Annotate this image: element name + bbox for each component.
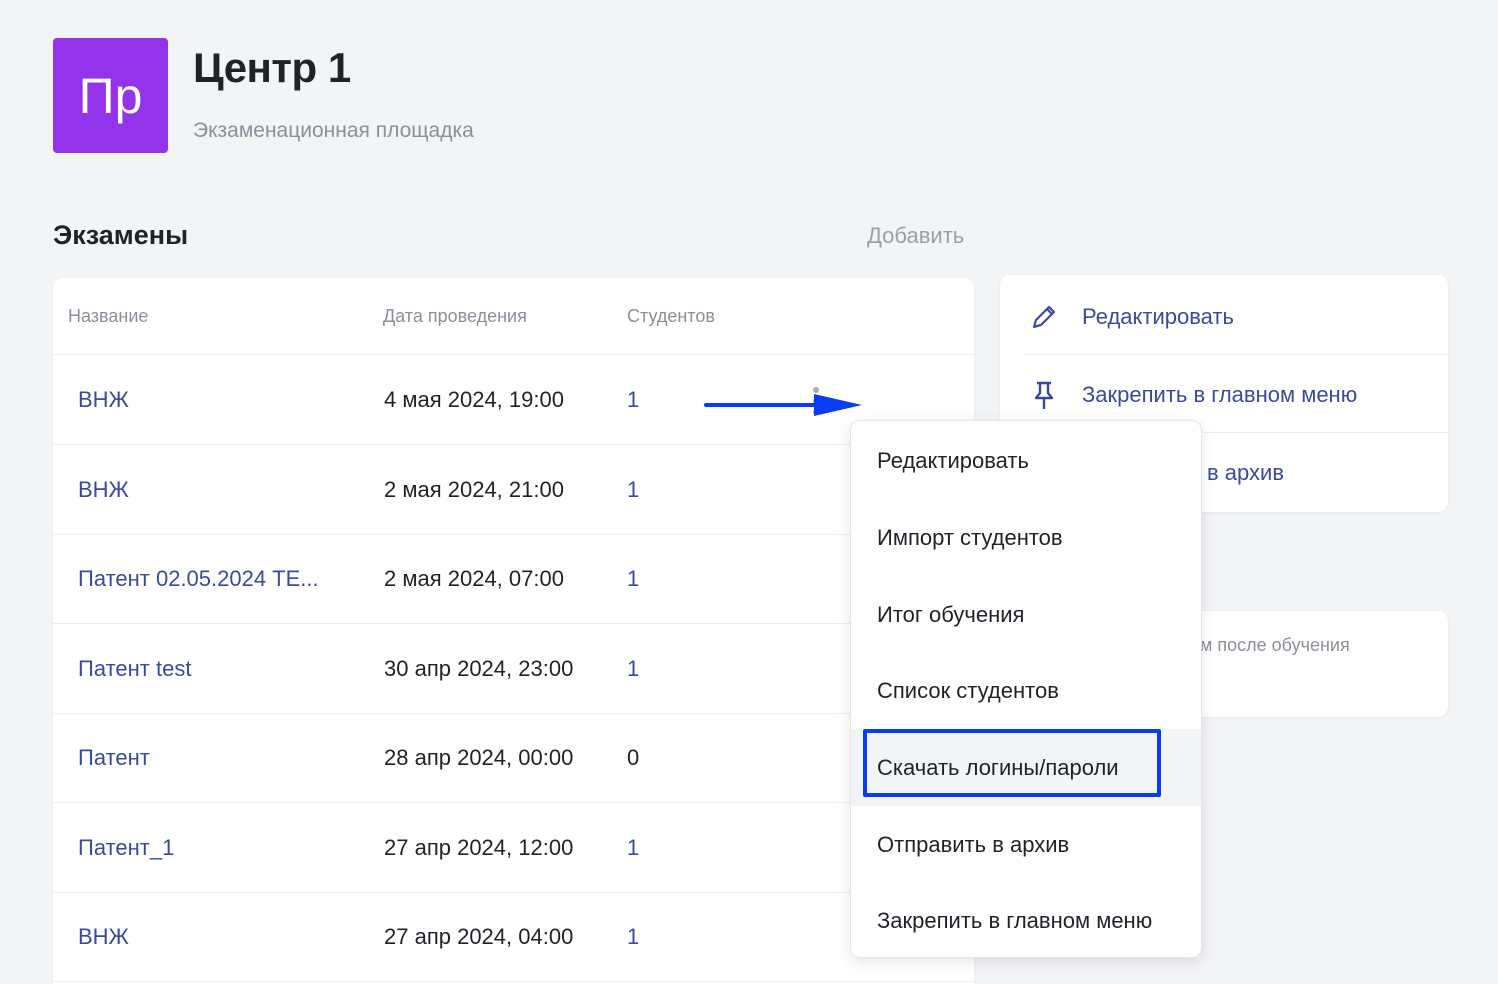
row-context-menu: Редактировать Импорт студентов Итог обуч…: [850, 420, 1202, 958]
menu-item-import-students[interactable]: Импорт студентов: [851, 499, 1201, 576]
exam-name-link[interactable]: Патент 02.05.2024 ТЕ...: [78, 566, 319, 592]
menu-item-edit[interactable]: Редактировать: [851, 422, 1201, 499]
pin-icon: [1034, 381, 1054, 409]
exam-date: 4 мая 2024, 19:00: [384, 387, 564, 412]
menu-item-download-credentials[interactable]: Скачать логины/пароли: [851, 729, 1201, 806]
exam-name-link[interactable]: ВНЖ: [78, 477, 129, 503]
menu-item-training-result[interactable]: Итог обучения: [851, 576, 1201, 653]
students-count-link[interactable]: 1: [627, 477, 639, 503]
column-header-date: Дата проведения: [383, 306, 527, 326]
menu-item-archive[interactable]: Отправить в архив: [851, 806, 1201, 883]
table-row[interactable]: Патент_1 27 апр 2024, 12:00 1: [53, 803, 974, 893]
students-count-link[interactable]: 1: [627, 387, 639, 413]
side-action-edit[interactable]: Редактировать: [1024, 277, 1448, 355]
table-row[interactable]: ВНЖ 27 апр 2024, 04:00 1: [53, 892, 974, 982]
center-avatar: Пр: [53, 38, 168, 153]
students-count-link[interactable]: 1: [627, 656, 639, 682]
arrow-annotation-icon: [704, 394, 862, 416]
exam-date: 28 апр 2024, 00:00: [384, 745, 574, 770]
side-action-label: Закрепить в главном меню: [1082, 382, 1358, 407]
exams-section-title: Экзамены: [53, 220, 189, 250]
exam-date: 30 апр 2024, 23:00: [384, 656, 574, 681]
menu-item-students-list[interactable]: Список студентов: [851, 652, 1201, 729]
add-exam-link[interactable]: Добавить: [867, 223, 964, 249]
menu-item-pin-main-menu[interactable]: Закрепить в главном меню: [851, 882, 1201, 959]
exam-date: 27 апр 2024, 12:00: [384, 835, 574, 860]
students-count-link[interactable]: 1: [627, 566, 639, 592]
pencil-icon: [1032, 305, 1056, 329]
exam-name-link[interactable]: ВНЖ: [78, 387, 129, 413]
table-row[interactable]: ВНЖ 2 мая 2024, 21:00 1: [53, 445, 974, 535]
side-action-label: в архив: [1207, 460, 1284, 485]
table-row[interactable]: Патент 28 апр 2024, 00:00 0: [53, 713, 974, 803]
side-action-label: Редактировать: [1082, 304, 1234, 329]
exam-name-link[interactable]: Патент test: [78, 656, 191, 682]
table-row[interactable]: Патент 02.05.2024 ТЕ... 2 мая 2024, 07:0…: [53, 534, 974, 624]
page-title: Центр 1: [193, 44, 351, 91]
exam-name-link[interactable]: Патент: [78, 745, 150, 771]
exam-date: 27 апр 2024, 04:00: [384, 924, 574, 949]
info-hint-text: ам после обучения: [1190, 635, 1350, 655]
exam-name-link[interactable]: ВНЖ: [78, 924, 129, 950]
exam-date: 2 мая 2024, 21:00: [384, 477, 564, 502]
students-count-link[interactable]: 1: [627, 835, 639, 861]
exams-table: Название Дата проведения Студентов ВНЖ 4…: [53, 278, 974, 984]
table-header: Название Дата проведения Студентов: [53, 278, 974, 355]
column-header-students: Студентов: [627, 306, 715, 326]
exam-date: 2 мая 2024, 07:00: [384, 566, 564, 591]
students-count: 0: [627, 745, 640, 770]
page-subtitle: Экзаменационная площадка: [193, 119, 474, 142]
table-row[interactable]: Патент test 30 апр 2024, 23:00 1: [53, 624, 974, 714]
students-count-link[interactable]: 1: [627, 924, 639, 950]
exam-name-link[interactable]: Патент_1: [78, 835, 174, 861]
column-header-name: Название: [68, 306, 149, 326]
